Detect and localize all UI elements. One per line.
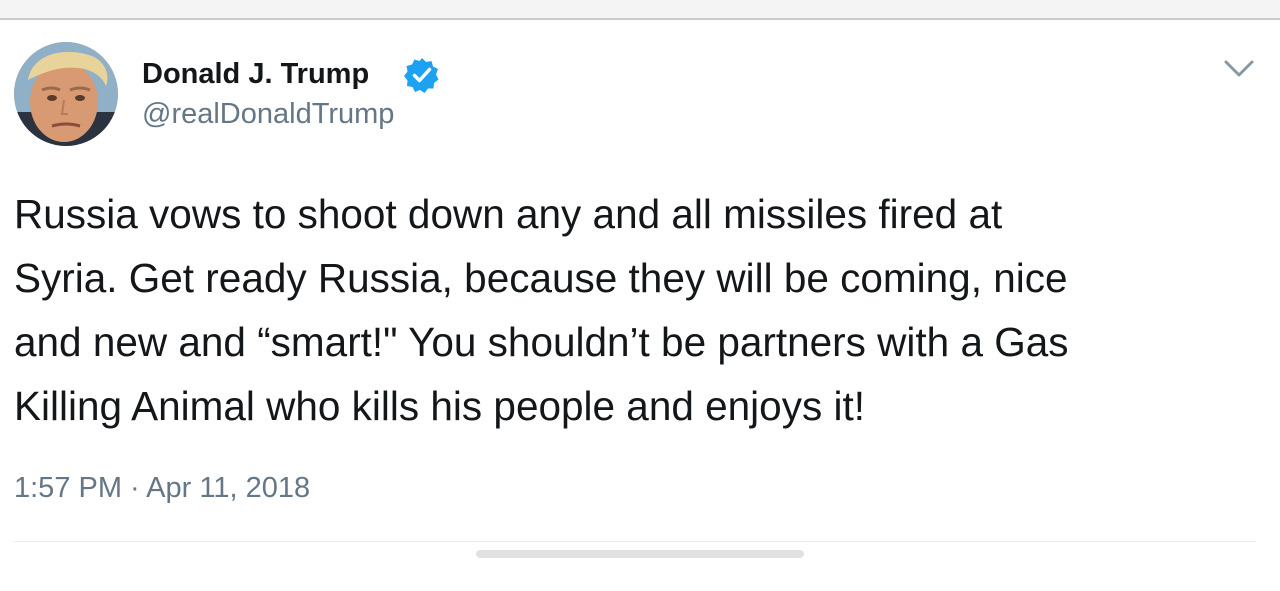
chevron-down-icon[interactable] xyxy=(1222,56,1256,80)
user-handle[interactable]: @realDonaldTrump xyxy=(142,98,394,131)
verified-badge-icon xyxy=(403,56,441,94)
tweet-text: Russia vows to shoot down any and all mi… xyxy=(14,182,1264,438)
bottom-divider xyxy=(14,541,1256,542)
screen: Donald J. Trump @realDonaldTrump Russia … xyxy=(0,0,1280,591)
display-name[interactable]: Donald J. Trump xyxy=(142,58,369,91)
tweet-text-line: Russia vows to shoot down any and all mi… xyxy=(14,191,1003,237)
scroll-indicator xyxy=(476,550,804,558)
tweet-text-line: and new and “smart!" You shouldn’t be pa… xyxy=(14,319,1069,365)
tweet-text-line: Killing Animal who kills his people and … xyxy=(14,383,865,429)
avatar[interactable] xyxy=(14,42,118,146)
avatar-image xyxy=(14,42,118,146)
timestamp[interactable]: 1:57 PM · Apr 11, 2018 xyxy=(14,472,310,505)
tweet-text-line: Syria. Get ready Russia, because they wi… xyxy=(14,255,1068,301)
